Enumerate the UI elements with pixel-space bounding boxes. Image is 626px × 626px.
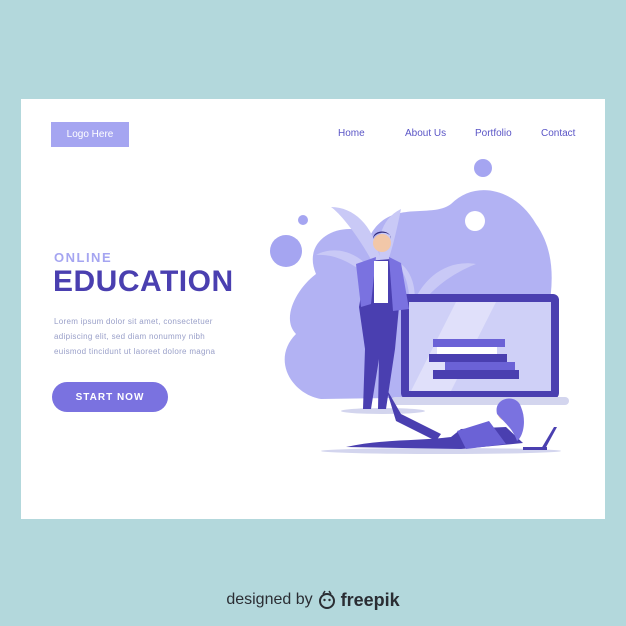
nav-contact-link[interactable]: Contact [541, 128, 575, 139]
nav-about-link[interactable]: About Us [405, 128, 446, 139]
start-now-button[interactable]: START NOW [52, 382, 168, 412]
logo-button[interactable]: Logo Here [51, 122, 129, 147]
hero-description-line: adipiscing elit, sed diam nonummy nibh [54, 332, 206, 341]
freepik-logo-icon [318, 590, 335, 609]
nav-home-link[interactable]: Home [338, 128, 365, 139]
landing-page-card: Logo Here Home About Us Portfolio Contac… [21, 99, 605, 519]
decor-circle [298, 215, 308, 225]
hero-description-line: Lorem ipsum dolor sit amet, consectetuer [54, 317, 213, 326]
decor-circle [474, 159, 492, 177]
small-laptop-icon [523, 427, 557, 450]
decor-circle [465, 211, 485, 231]
nav-portfolio-link[interactable]: Portfolio [475, 128, 512, 139]
education-illustration [270, 159, 569, 454]
hero-eyebrow: ONLINE [54, 250, 113, 265]
decor-circle [270, 235, 302, 267]
footer-credit: designed by freepik [0, 585, 626, 615]
designed-by-text: designed by [226, 591, 313, 608]
hero-title: EDUCATION [53, 265, 234, 298]
hero-description: Lorem ipsum dolor sit amet, consectetuer… [54, 314, 249, 359]
freepik-brand[interactable]: freepik [341, 590, 400, 611]
hero-description-line: euismod tincidunt ut laoreet dolore magn… [54, 347, 216, 356]
